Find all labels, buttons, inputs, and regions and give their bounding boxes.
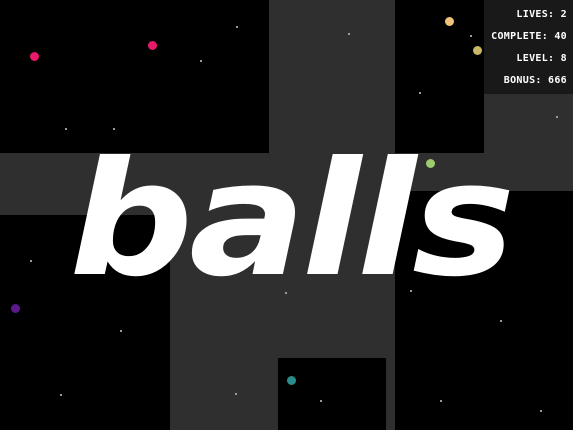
game-screen[interactable]: balls LIVES: 2 COMPLETE: 40 LEVEL: 8 BON… [0,0,573,430]
hud-panel: LIVES: 2 COMPLETE: 40 LEVEL: 8 BONUS: 66… [484,0,573,94]
game-title-text: balls [69,128,511,312]
level-counter: LEVEL: 8 [516,53,567,64]
complete-counter: COMPLETE: 40 [491,31,567,42]
lives-counter: LIVES: 2 [516,9,567,20]
bonus-counter: BONUS: 666 [503,75,567,86]
